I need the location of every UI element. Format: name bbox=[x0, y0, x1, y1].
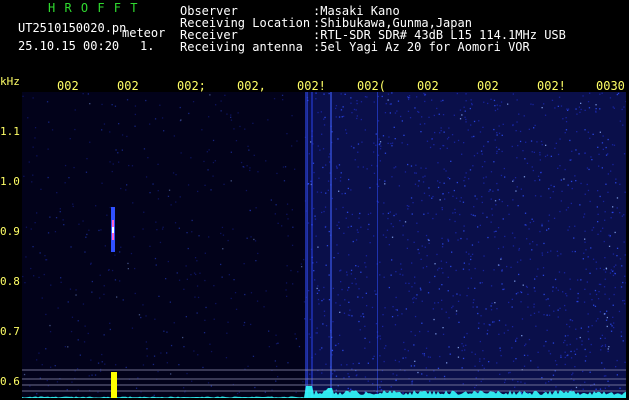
antenna-label: Receiving antenna bbox=[180, 40, 303, 54]
noise-region-right bbox=[307, 92, 626, 398]
x-tick: 002; bbox=[177, 79, 206, 93]
vertical-streak bbox=[377, 92, 378, 398]
meteor-marker bbox=[111, 372, 117, 398]
y-tick: 0.8 bbox=[0, 275, 20, 288]
x-tick: 0030 bbox=[596, 79, 625, 93]
event-index: 1. bbox=[140, 39, 155, 53]
y-tick: 0.6 bbox=[0, 375, 20, 388]
vertical-streak bbox=[305, 92, 308, 398]
y-tick: 0.7 bbox=[0, 325, 20, 338]
x-tick: 002! bbox=[537, 79, 566, 93]
vertical-streak bbox=[311, 92, 313, 398]
x-tick: 002 bbox=[417, 79, 439, 93]
x-tick: 002( bbox=[357, 79, 386, 93]
y-axis-unit: kHz bbox=[0, 75, 20, 88]
meteor-echo-peak bbox=[112, 227, 114, 233]
timestamp: 25.10.15 00:20 bbox=[18, 39, 120, 53]
y-tick: 1.1 bbox=[0, 125, 20, 138]
y-tick: 1.0 bbox=[0, 175, 20, 188]
antenna-value: :5el Yagi Az 20 for Aomori VOR bbox=[313, 40, 530, 54]
x-tick: 002, bbox=[237, 79, 266, 93]
vertical-streak bbox=[330, 92, 332, 398]
spectrogram-canvas bbox=[22, 92, 626, 398]
noise-region-left bbox=[22, 92, 307, 398]
x-tick: 002! bbox=[297, 79, 326, 93]
y-tick: 0.9 bbox=[0, 225, 20, 238]
app-title: H R O F F T bbox=[48, 1, 139, 15]
x-tick: 002 bbox=[117, 79, 139, 93]
filename: UT2510150020.pn bbox=[18, 21, 127, 35]
event-label: meteor bbox=[122, 26, 166, 40]
spectrogram-panel bbox=[22, 92, 626, 398]
x-tick: 002 bbox=[57, 79, 79, 93]
x-tick: 002 bbox=[477, 79, 499, 93]
